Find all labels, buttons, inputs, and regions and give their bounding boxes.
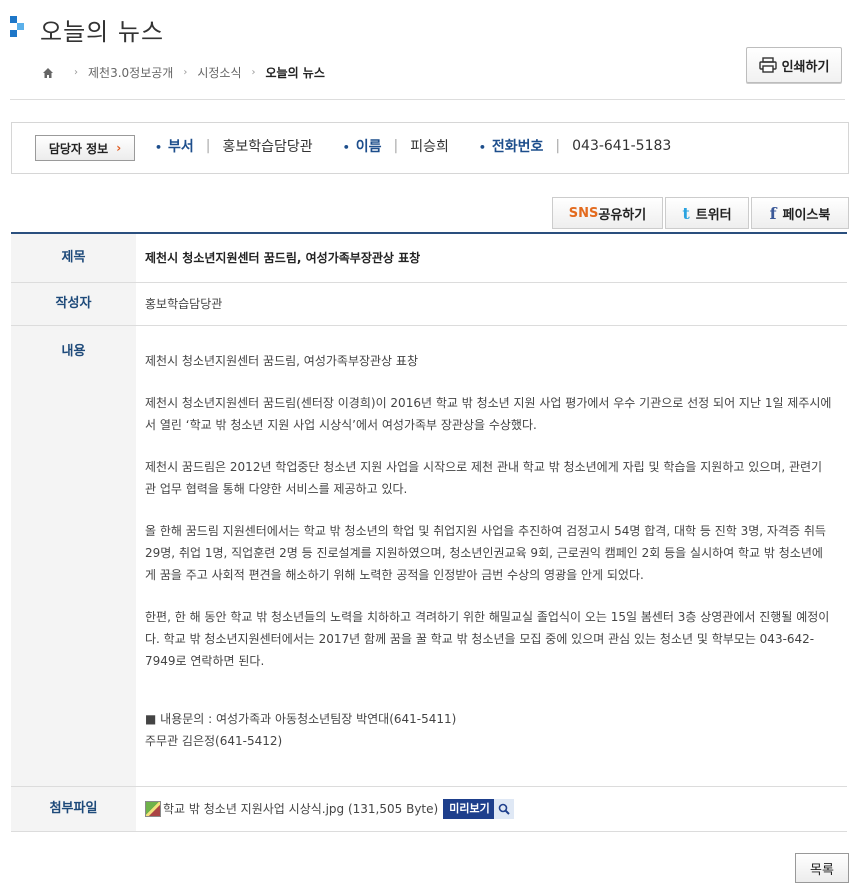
content-paragraph: 올 한해 꿈드림 지원센터에서는 학교 밖 청소년의 학업 및 취업지원 사업을… bbox=[145, 524, 826, 582]
print-label: 인쇄하기 bbox=[781, 59, 830, 75]
inquiry-block: ■ 내용문의 : 여성가족과 아동청소년팀장 박연대(641-5411) 주무관… bbox=[145, 708, 833, 752]
breadcrumb-separator-icon: › bbox=[183, 67, 188, 78]
chevron-right-icon: › bbox=[116, 141, 122, 155]
attachment-header: 첨부파일 bbox=[11, 787, 136, 831]
separator: | bbox=[205, 138, 211, 154]
attachment-cell: 학교 밖 청소년 지원사업 시상식.jpg (131,505 Byte) 미리보… bbox=[136, 787, 847, 831]
inquiry-line: ■ 내용문의 : 여성가족과 아동청소년팀장 박연대(641-5411) bbox=[145, 712, 457, 726]
content-header: 내용 bbox=[11, 326, 136, 786]
home-icon[interactable] bbox=[42, 67, 54, 79]
twitter-label: 트위터 bbox=[695, 207, 732, 223]
breadcrumb-current: 오늘의 뉴스 bbox=[265, 66, 325, 80]
content-paragraph: 제천시 청소년지원센터 꿈드림(센터장 이경희)이 2016년 학교 밖 청소년… bbox=[145, 396, 832, 432]
contact-info-label-text: 담당자 정보 bbox=[48, 141, 109, 156]
separator: | bbox=[555, 138, 561, 154]
title-logo-icon bbox=[10, 16, 30, 40]
sns-share-prefix: SNS bbox=[568, 205, 599, 221]
page-title: 오늘의 뉴스 bbox=[40, 18, 165, 46]
image-file-icon bbox=[145, 801, 161, 817]
twitter-button[interactable]: t 트위터 bbox=[665, 197, 749, 229]
article-body: 제천시 청소년지원센터 꿈드림, 여성가족부장관상 표창 제천시 청소년지원센터… bbox=[136, 326, 847, 752]
sns-share-suffix: 공유하기 bbox=[598, 207, 647, 223]
name-value: 피승희 bbox=[410, 139, 449, 155]
content-row: 내용 제천시 청소년지원센터 꿈드림, 여성가족부장관상 표창 제천시 청소년지… bbox=[11, 326, 847, 787]
name-key: 이름 bbox=[343, 136, 382, 156]
article-author: 홍보학습담당관 bbox=[145, 297, 223, 311]
separator: | bbox=[393, 138, 399, 154]
preview-label: 미리보기 bbox=[449, 802, 490, 815]
dept-key: 부서 bbox=[155, 136, 194, 156]
breadcrumb-item[interactable]: 제천3.0정보공개 bbox=[88, 64, 173, 81]
content-paragraph: 한편, 한 해 동안 학교 밖 청소년들의 노력을 치하하고 격려하기 위한 해… bbox=[145, 610, 830, 668]
attachment-link[interactable]: 학교 밖 청소년 지원사업 시상식.jpg (131,505 Byte) bbox=[163, 787, 438, 831]
contact-info-label: 담당자 정보 › bbox=[35, 135, 135, 161]
list-button[interactable]: 목록 bbox=[795, 853, 849, 883]
print-button[interactable]: 인쇄하기 bbox=[746, 47, 842, 83]
facebook-button[interactable]: f 페이스북 bbox=[751, 197, 849, 229]
author-row: 작성자 홍보학습담당관 bbox=[11, 283, 847, 326]
facebook-icon: f bbox=[769, 203, 777, 223]
preview-button[interactable]: 미리보기 bbox=[443, 799, 514, 819]
attachment-row: 첨부파일 학교 밖 청소년 지원사업 시상식.jpg (131,505 Byte… bbox=[11, 787, 847, 832]
magnifier-icon bbox=[493, 799, 514, 819]
divider bbox=[10, 99, 845, 100]
contact-info-box: 담당자 정보 › 부서 | 홍보학습담당관 이름 | 피승희 전화번호 | 04… bbox=[11, 122, 849, 174]
content-paragraph: 제천시 청소년지원센터 꿈드림, 여성가족부장관상 표창 bbox=[145, 354, 418, 368]
contact-items: 부서 | 홍보학습담당관 이름 | 피승희 전화번호 | 043-641-518… bbox=[155, 136, 671, 156]
phone-value: 043-641-5183 bbox=[572, 138, 672, 154]
facebook-label: 페이스북 bbox=[782, 207, 831, 223]
breadcrumb-separator-icon: › bbox=[74, 67, 78, 78]
title-row: 제목 제천시 청소년지원센터 꿈드림, 여성가족부장관상 표창 bbox=[11, 234, 847, 283]
content-paragraph: 제천시 꿈드림은 2012년 학업중단 청소년 지원 사업을 시작으로 제천 관… bbox=[145, 460, 823, 496]
breadcrumb-separator-icon: › bbox=[251, 67, 256, 78]
title-header: 제목 bbox=[11, 234, 136, 282]
breadcrumb: › 제천3.0정보공개 › 시정소식 › 오늘의 뉴스 bbox=[42, 64, 325, 81]
sns-share-button[interactable]: SNS 공유하기 bbox=[552, 197, 663, 229]
printer-icon bbox=[758, 57, 777, 73]
twitter-icon: t bbox=[682, 203, 690, 223]
article-table: 제목 제천시 청소년지원센터 꿈드림, 여성가족부장관상 표창 작성자 홍보학습… bbox=[11, 232, 847, 832]
article-title: 제천시 청소년지원센터 꿈드림, 여성가족부장관상 표창 bbox=[145, 251, 421, 265]
phone-key: 전화번호 bbox=[479, 136, 544, 156]
inquiry-line: 주무관 김은정(641-5412) bbox=[145, 734, 283, 748]
dept-value: 홍보학습담당관 bbox=[222, 139, 313, 155]
breadcrumb-item[interactable]: 시정소식 bbox=[197, 64, 241, 81]
author-header: 작성자 bbox=[11, 283, 136, 325]
